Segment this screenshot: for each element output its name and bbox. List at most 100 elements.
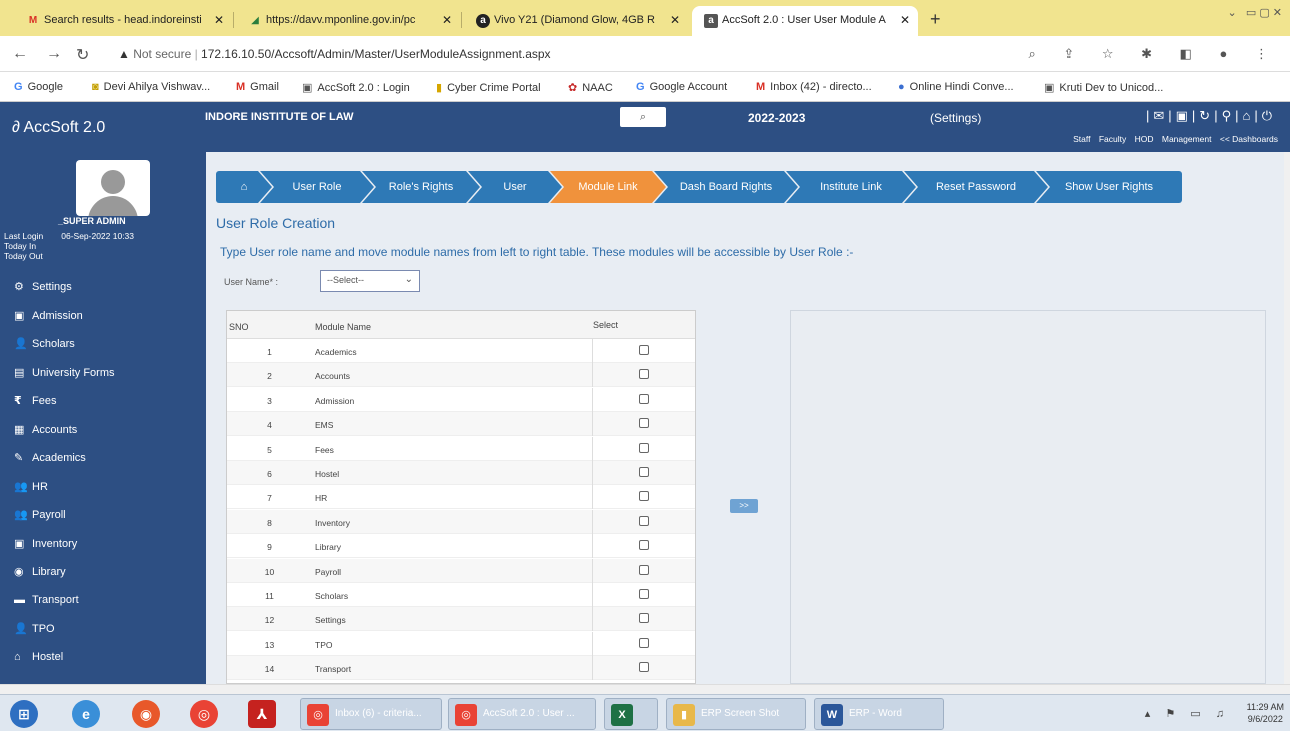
- bookmark-accsoft[interactable]: ▣ AccSoft 2.0 : Login: [302, 81, 410, 94]
- select-checkbox[interactable]: [639, 662, 649, 673]
- system-tray[interactable]: ▴ ⚑ ▭ ♫: [1145, 707, 1230, 720]
- sidebar-item-university-forms[interactable]: ▤ University Forms: [0, 360, 206, 389]
- select-checkbox[interactable]: [639, 393, 649, 404]
- settings-label[interactable]: (Settings): [930, 111, 981, 125]
- breadcrumb-reset-password[interactable]: Reset Password: [904, 171, 1048, 203]
- sidebar-item-admission[interactable]: ▣ Admission: [0, 303, 206, 332]
- breadcrumb-show-user-rights[interactable]: Show User Rights: [1036, 171, 1182, 203]
- select-checkbox[interactable]: [639, 515, 649, 526]
- taskbar-app-word[interactable]: W ERP - Word: [814, 698, 944, 730]
- breadcrumb-user-role[interactable]: User Role: [260, 171, 374, 203]
- sidebar-item-accounts[interactable]: ▦ Accounts: [0, 417, 206, 446]
- browser-tab-2[interactable]: ◢ https://davv.mponline.gov.in/pc ✕: [236, 6, 460, 36]
- breadcrumb-dashboard-rights[interactable]: Dash Board Rights: [654, 171, 798, 203]
- bookmark-hindi[interactable]: ● Online Hindi Conve...: [898, 81, 1014, 93]
- url-field[interactable]: ▲ Not secure | 172.16.10.50/Accsoft/Admi…: [108, 40, 978, 68]
- sidebar-item-settings[interactable]: ⚙ Settings: [0, 274, 206, 303]
- taskbar: ⊞ e ◉ ◎ ⅄ ◎ Inbox (6) - criteria... ◎ AccS…: [0, 694, 1290, 731]
- clock-date: 9/6/2022: [1247, 714, 1283, 724]
- mponline-icon: ◢: [251, 15, 259, 26]
- breadcrumb-institute-link[interactable]: Institute Link: [786, 171, 916, 203]
- ie-icon[interactable]: e: [72, 700, 100, 728]
- sidebar-item-payroll[interactable]: 👥 Payroll: [0, 502, 206, 531]
- select-checkbox[interactable]: [639, 418, 649, 429]
- sidebar-item-hr[interactable]: 👥 HR: [0, 474, 206, 503]
- chrome-icon[interactable]: ◎: [190, 700, 218, 728]
- link-faculty[interactable]: Faculty: [1099, 134, 1126, 144]
- cell-module-name: HR: [315, 493, 328, 504]
- taskbar-app-excel[interactable]: X: [604, 698, 658, 730]
- link-staff[interactable]: Staff: [1073, 134, 1090, 144]
- bookmark-kruti[interactable]: ▣ Kruti Dev to Unicod...: [1044, 81, 1163, 94]
- sidebar-item-fees[interactable]: ₹ Fees: [0, 388, 206, 417]
- assigned-modules-box: [790, 310, 1266, 684]
- acrobat-icon[interactable]: ⅄: [248, 700, 276, 728]
- sidebar-item-transport[interactable]: ▬ Transport: [0, 588, 206, 617]
- user-name-label: User Name* :: [224, 277, 279, 287]
- clock[interactable]: 11:29 AM 9/6/2022: [1247, 701, 1284, 725]
- brand[interactable]: ∂ AccSoft 2.0: [12, 119, 105, 137]
- select-checkbox[interactable]: [639, 369, 649, 380]
- select-checkbox[interactable]: [639, 491, 649, 502]
- breadcrumb-home[interactable]: ⌂: [216, 171, 272, 203]
- cell-module-name: Inventory: [315, 517, 350, 528]
- window-controls[interactable]: ⌄ ▭ ▢ ✕: [1227, 6, 1282, 19]
- link-hod[interactable]: HOD: [1135, 134, 1154, 144]
- close-tab-icon[interactable]: ✕: [900, 13, 910, 27]
- sidebar-item-inventory[interactable]: ▣ Inventory: [0, 531, 206, 560]
- cell-sno: 1: [267, 347, 272, 357]
- taskbar-app-folder[interactable]: ▮ ERP Screen Shot: [666, 698, 806, 730]
- taskbar-app-inbox[interactable]: ◎ Inbox (6) - criteria...: [300, 698, 442, 730]
- select-checkbox[interactable]: [639, 540, 649, 551]
- forward-arrow-icon[interactable]: →: [46, 45, 62, 63]
- link-management[interactable]: Management: [1162, 134, 1212, 144]
- browser-tab-3[interactable]: a Vivo Y21 (Diamond Glow, 4GB R ✕: [464, 6, 688, 36]
- cell-select: [592, 607, 695, 632]
- select-checkbox[interactable]: [639, 589, 649, 599]
- select-checkbox[interactable]: [639, 637, 649, 648]
- breadcrumb-user[interactable]: User: [468, 171, 562, 203]
- vertical-scrollbar[interactable]: [1284, 152, 1290, 684]
- firefox-icon[interactable]: ◉: [132, 700, 160, 728]
- start-button-icon[interactable]: ⊞: [10, 700, 38, 728]
- sidebar-item-academics[interactable]: ✎ Academics: [0, 445, 206, 474]
- close-tab-icon[interactable]: ✕: [442, 13, 452, 27]
- browser-tab-active[interactable]: a AccSoft 2.0 : User User Module A ✕: [692, 6, 918, 36]
- link-dashboards[interactable]: << Dashboards: [1220, 134, 1278, 144]
- breadcrumb-module-link[interactable]: Module Link: [550, 171, 666, 203]
- instruction-text: Type User role name and move module name…: [220, 245, 854, 259]
- close-tab-icon[interactable]: ✕: [214, 13, 224, 27]
- bookmark-google-account[interactable]: G Google Account: [636, 81, 727, 93]
- move-right-button[interactable]: >>: [730, 499, 758, 513]
- bookmark-gmail[interactable]: M Gmail: [236, 81, 279, 93]
- bookmark-inbox[interactable]: M Inbox (42) - directo...: [756, 81, 872, 93]
- horizontal-scrollbar[interactable]: [0, 684, 1290, 694]
- taskbar-app-accsoft[interactable]: ◎ AccSoft 2.0 : User ...: [448, 698, 596, 730]
- sidebar-item-library[interactable]: ◉ Library: [0, 559, 206, 588]
- select-checkbox[interactable]: [639, 613, 649, 624]
- session-year[interactable]: 2022-2023: [748, 111, 805, 125]
- new-tab-button[interactable]: +: [930, 9, 941, 30]
- user-name-select[interactable]: --Select-- ⌄: [320, 270, 420, 292]
- select-checkbox[interactable]: [639, 442, 649, 453]
- sidebar-item-tpo[interactable]: 👤 TPO: [0, 616, 206, 645]
- header-icons[interactable]: |✉|▣|↻|⚲|⌂|⏻: [1146, 108, 1276, 124]
- library-icon: ◉: [14, 566, 24, 578]
- bookmark-naac[interactable]: ✿ NAAC: [568, 81, 613, 94]
- select-checkbox[interactable]: [639, 345, 649, 355]
- bookmark-cyber[interactable]: ▮ Cyber Crime Portal: [436, 81, 541, 94]
- bookmark-google[interactable]: G Google: [14, 81, 63, 93]
- sidebar-item-hostel[interactable]: ⌂ Hostel: [0, 645, 206, 674]
- breadcrumb-roles-rights[interactable]: Role's Rights: [362, 171, 480, 203]
- taskbar-app-label: ERP - Word: [849, 708, 902, 719]
- close-tab-icon[interactable]: ✕: [670, 13, 680, 27]
- browser-tab-1[interactable]: M Search results - head.indoreinsti ✕: [14, 6, 232, 36]
- reload-icon[interactable]: ↻: [76, 45, 89, 65]
- sidebar-item-scholars[interactable]: 👤 Scholars: [0, 331, 206, 360]
- search-icon[interactable]: ⌕: [620, 107, 666, 127]
- bookmark-davv[interactable]: ◙ Devi Ahilya Vishwav...: [92, 81, 210, 93]
- select-checkbox[interactable]: [639, 467, 649, 477]
- back-arrow-icon[interactable]: ←: [12, 45, 28, 63]
- browser-toolbar-icons[interactable]: ⌕ ⇪ ☆ ✱ ◧ ● ⋮: [1028, 46, 1280, 62]
- select-checkbox[interactable]: [639, 564, 649, 575]
